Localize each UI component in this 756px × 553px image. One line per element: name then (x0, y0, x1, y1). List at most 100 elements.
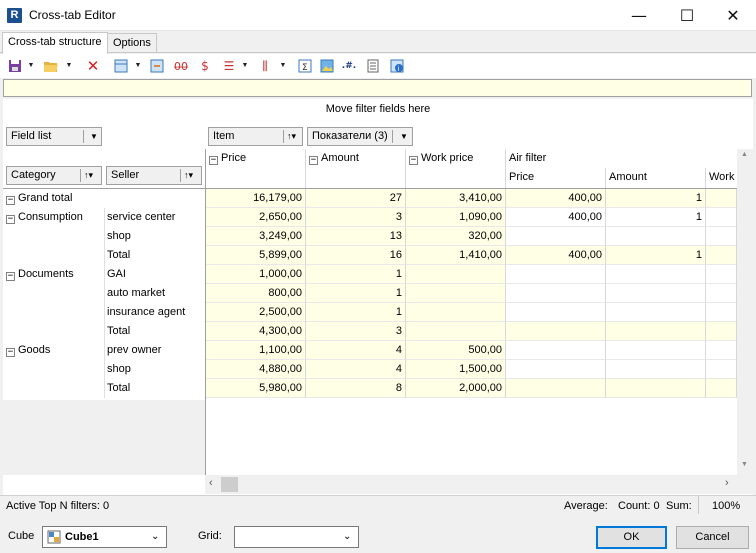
cell-price[interactable]: 5,980,00 (206, 379, 306, 398)
cell-air-filter-amount[interactable] (606, 341, 706, 360)
cell-price[interactable]: 1,000,00 (206, 265, 306, 284)
totals-dropdown-icon[interactable]: ▼ (278, 57, 288, 75)
cell-air-filter-price[interactable] (506, 227, 606, 246)
close-button[interactable]: ✕ (710, 0, 756, 31)
cell-work-price[interactable] (406, 265, 506, 284)
cell-air-filter-work[interactable] (706, 360, 737, 379)
cell-amount[interactable]: 4 (306, 341, 406, 360)
sort-icon[interactable]: ↑▾ (184, 167, 193, 184)
save-icon[interactable] (6, 57, 24, 75)
scroll-left-icon[interactable]: ‹ (209, 477, 213, 489)
cell-amount[interactable]: 4 (306, 360, 406, 379)
cell-work-price[interactable]: 320,00 (406, 227, 506, 246)
cell-price[interactable]: 4,880,00 (206, 360, 306, 379)
cell-work-price[interactable] (406, 284, 506, 303)
cell-price[interactable]: 3,249,00 (206, 227, 306, 246)
cell-air-filter-price[interactable]: 400,00 (506, 189, 606, 208)
cell-air-filter-amount[interactable] (606, 360, 706, 379)
collapse-icon[interactable]: − (209, 156, 218, 165)
cell-work-price[interactable] (406, 322, 506, 341)
cube-select[interactable]: Cube1 ⌄ (42, 526, 167, 548)
sort-dropdown-icon[interactable]: ▼ (240, 57, 250, 75)
cell-air-filter-work[interactable] (706, 246, 737, 265)
scroll-right-icon[interactable]: › (725, 477, 729, 489)
collapse-icon[interactable]: − (6, 348, 15, 357)
cell-air-filter-amount[interactable]: 1 (606, 189, 706, 208)
cell-price[interactable]: 16,179,00 (206, 189, 306, 208)
info-icon[interactable]: i (388, 57, 406, 75)
sort-icon[interactable]: ☰ (220, 57, 238, 75)
cell-work-price[interactable]: 3,410,00 (406, 189, 506, 208)
row-header-seller[interactable]: service center (107, 208, 175, 227)
vertical-scrollbar[interactable]: ▲ ▼ (737, 149, 753, 475)
cell-air-filter-amount[interactable] (606, 265, 706, 284)
filter-drop-area[interactable]: Move filter fields here (3, 103, 753, 115)
collapse-icon[interactable]: − (6, 215, 15, 224)
tab-options[interactable]: Options (107, 33, 157, 53)
sort-icon[interactable]: ↑▾ (84, 167, 93, 184)
cell-air-filter-work[interactable] (706, 208, 737, 227)
cell-price[interactable]: 1,100,00 (206, 341, 306, 360)
cell-air-filter-amount[interactable] (606, 227, 706, 246)
cell-price[interactable]: 2,500,00 (206, 303, 306, 322)
cell-air-filter-price[interactable] (506, 341, 606, 360)
row-header-seller[interactable]: prev owner (107, 341, 161, 360)
scroll-up-icon[interactable]: ▲ (741, 151, 748, 158)
category-field-button[interactable]: Category ↑▾ (6, 166, 102, 185)
item-field-button[interactable]: Item ↑▾ (208, 127, 303, 146)
cell-amount[interactable]: 3 (306, 322, 406, 341)
cell-air-filter-amount[interactable] (606, 303, 706, 322)
row-header-seller[interactable]: shop (107, 227, 131, 246)
cell-price[interactable]: 800,00 (206, 284, 306, 303)
layout-icon[interactable] (112, 57, 130, 75)
open-dropdown-icon[interactable]: ▼ (64, 57, 74, 75)
cell-work-price[interactable]: 500,00 (406, 341, 506, 360)
indicators-field-button[interactable]: Показатели (3) ▼ (307, 127, 413, 146)
cell-amount[interactable]: 16 (306, 246, 406, 265)
horizontal-scroll-thumb[interactable] (221, 477, 238, 492)
cell-air-filter-price[interactable] (506, 322, 606, 341)
cell-air-filter-work[interactable] (706, 284, 737, 303)
cell-price[interactable]: 2,650,00 (206, 208, 306, 227)
collapse-icon[interactable]: − (309, 156, 318, 165)
cell-amount[interactable]: 27 (306, 189, 406, 208)
cell-work-price[interactable] (406, 303, 506, 322)
cell-amount[interactable]: 1 (306, 265, 406, 284)
cancel-button[interactable]: Cancel (676, 526, 749, 549)
col-header-air-filter[interactable]: Air filter (506, 149, 736, 168)
row-header-consumption[interactable]: − Consumption (6, 208, 83, 227)
cell-air-filter-amount[interactable]: 1 (606, 246, 706, 265)
row-header-grand-total[interactable]: − Grand total (6, 189, 72, 208)
grid-select[interactable]: ⌄ (234, 526, 359, 548)
cell-work-price[interactable]: 1,090,00 (406, 208, 506, 227)
expression-bar[interactable] (3, 79, 752, 97)
cell-price[interactable]: 5,899,00 (206, 246, 306, 265)
cell-air-filter-price[interactable] (506, 360, 606, 379)
cell-amount[interactable]: 1 (306, 303, 406, 322)
cell-air-filter-work[interactable] (706, 227, 737, 246)
row-header-seller[interactable]: GAI (107, 265, 126, 284)
layout-dropdown-icon[interactable]: ▼ (133, 57, 143, 75)
cell-price[interactable]: 4,300,00 (206, 322, 306, 341)
maximize-button[interactable]: ☐ (664, 0, 710, 31)
totals-icon[interactable]: ⫼ (256, 57, 274, 75)
row-header-total[interactable]: Total (107, 379, 130, 398)
cell-air-filter-work[interactable] (706, 265, 737, 284)
cell-air-filter-amount[interactable]: 1 (606, 208, 706, 227)
cell-air-filter-work[interactable] (706, 379, 737, 398)
cell-air-filter-amount[interactable] (606, 322, 706, 341)
format-number-icon[interactable]: .#. (340, 57, 358, 75)
collapse-icon[interactable]: − (6, 196, 15, 205)
cell-amount[interactable]: 8 (306, 379, 406, 398)
open-folder-icon[interactable] (42, 57, 60, 75)
cell-air-filter-price[interactable] (506, 303, 606, 322)
sum-icon[interactable]: Σ (296, 57, 314, 75)
cell-air-filter-amount[interactable] (606, 284, 706, 303)
cell-work-price[interactable]: 2,000,00 (406, 379, 506, 398)
seller-field-button[interactable]: Seller ↑▾ (106, 166, 202, 185)
cell-air-filter-price[interactable]: 400,00 (506, 208, 606, 227)
cell-air-filter-amount[interactable] (606, 379, 706, 398)
cell-air-filter-price[interactable] (506, 379, 606, 398)
hide-zeros-icon[interactable]: 0̶0̶ (172, 57, 190, 75)
field-list-button[interactable]: Field list ▼ (6, 127, 102, 146)
